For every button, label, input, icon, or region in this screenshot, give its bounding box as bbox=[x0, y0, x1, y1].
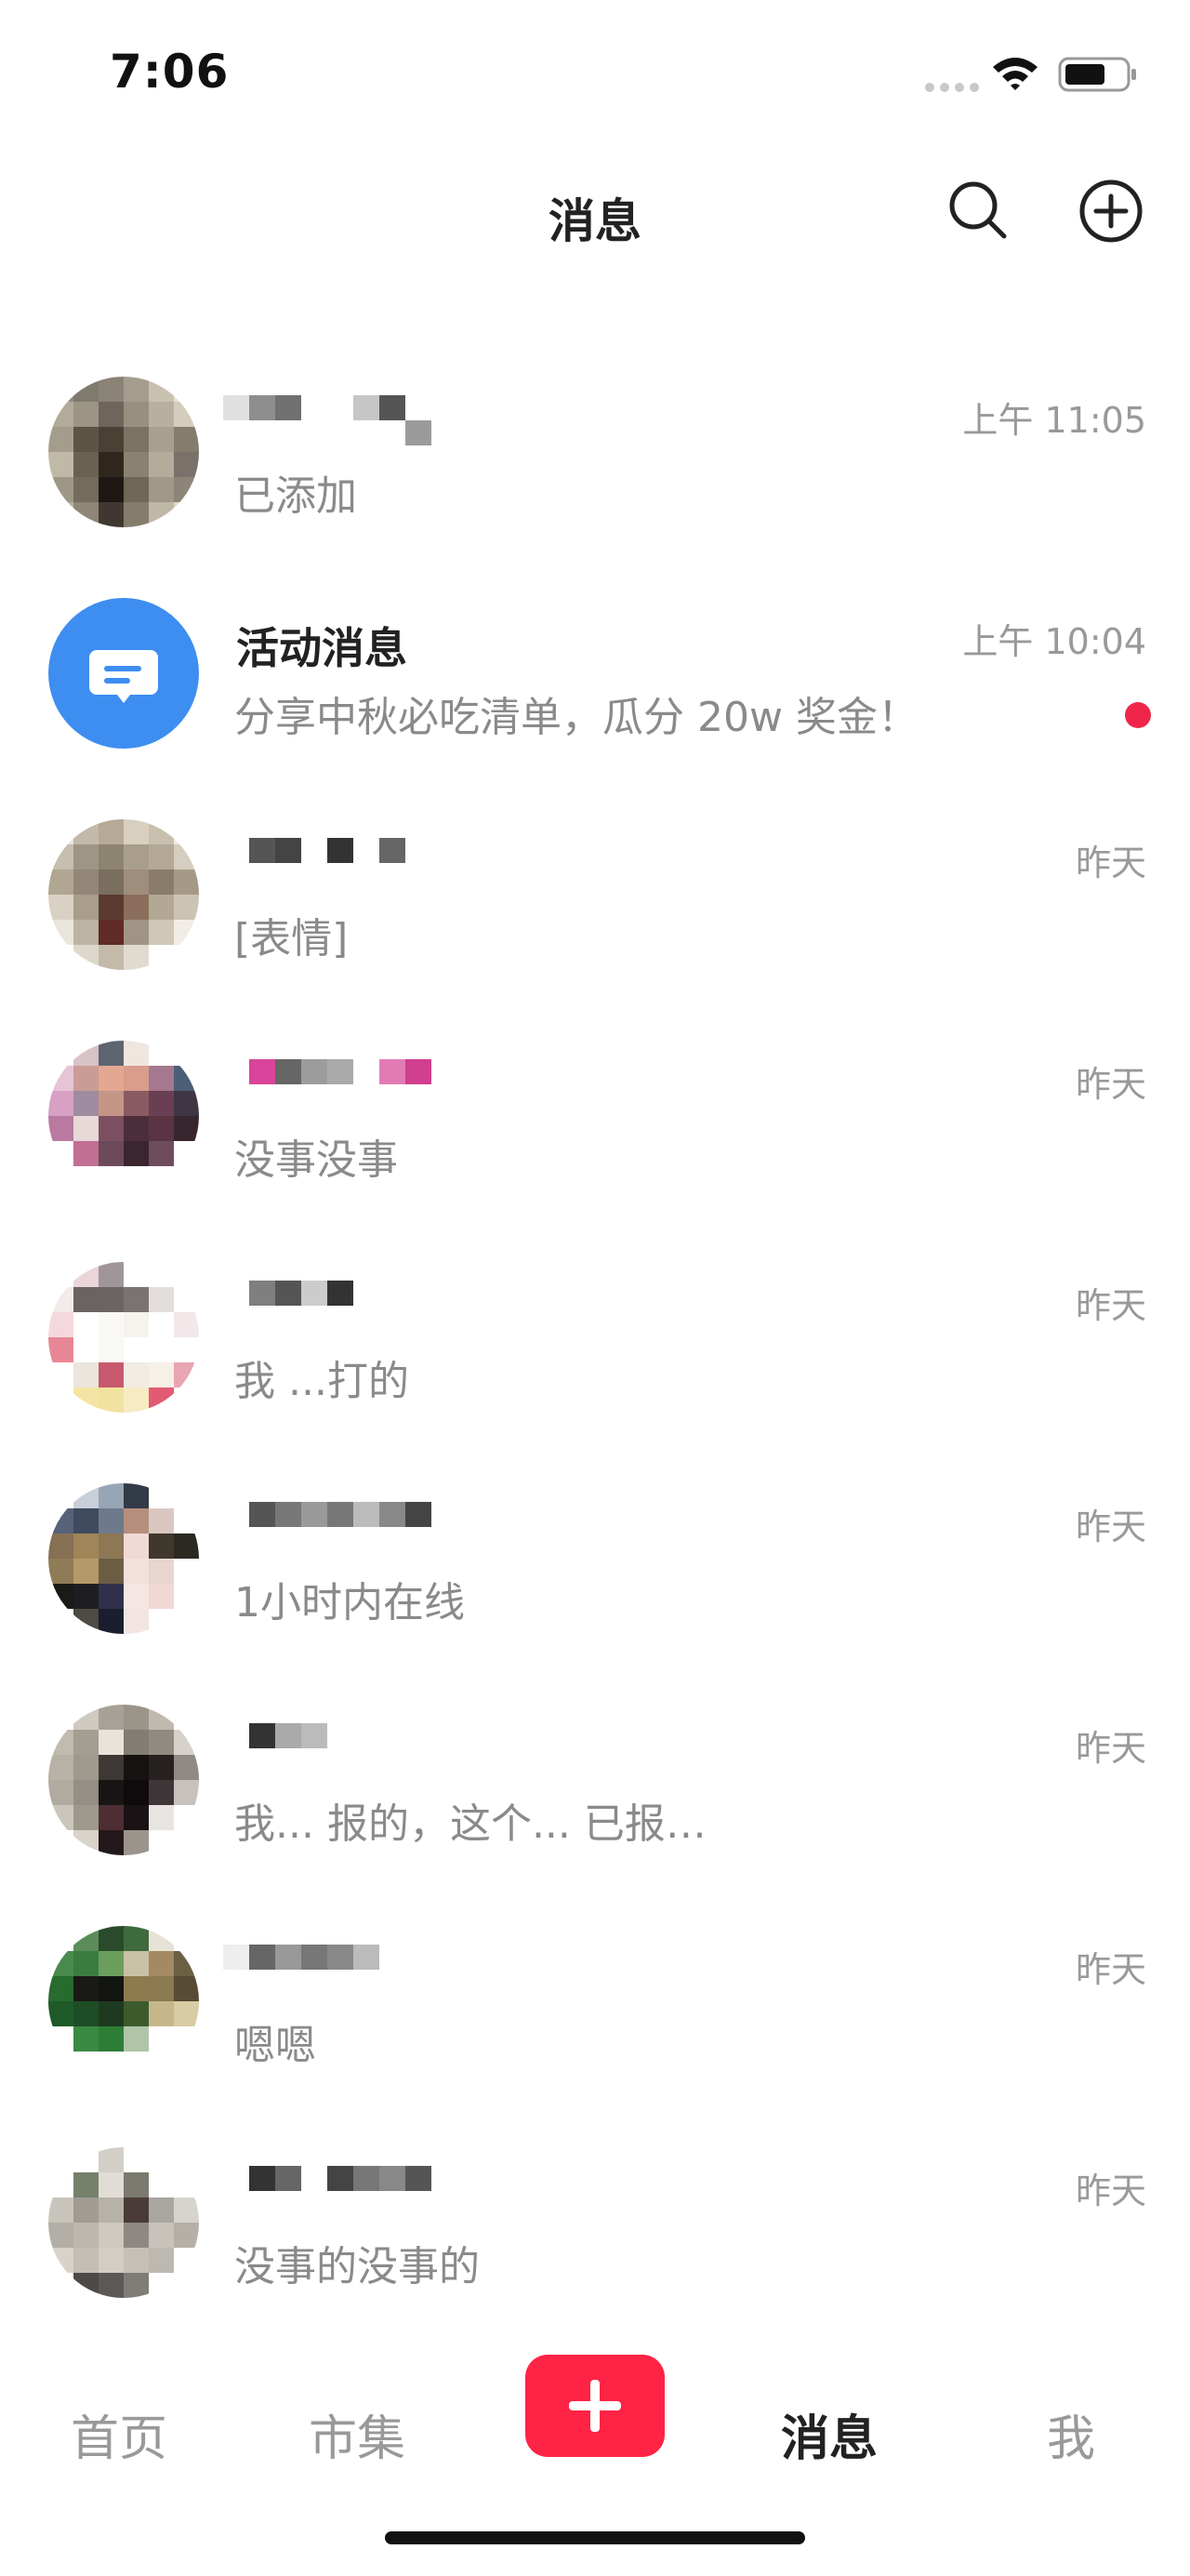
search-icon[interactable] bbox=[946, 179, 1008, 240]
wifi-icon bbox=[993, 58, 1038, 90]
conversation-name-redacted bbox=[223, 1945, 431, 1995]
conversation-name-redacted bbox=[223, 1723, 431, 1773]
post-plus-icon[interactable] bbox=[525, 2355, 665, 2457]
conversation-time: 上午 11:05 bbox=[962, 400, 1146, 441]
battery-icon bbox=[1058, 57, 1136, 92]
avatar[interactable] bbox=[48, 1483, 199, 1634]
conversation-name-redacted bbox=[223, 395, 431, 445]
conversation-preview: 1小时内在线 bbox=[234, 1579, 465, 1627]
conversation-item[interactable]: 昨天 [表情] bbox=[0, 782, 1190, 1003]
conversation-name-redacted bbox=[223, 1502, 431, 1552]
conversation-time: 昨天 bbox=[1075, 1064, 1146, 1105]
conversation-time: 昨天 bbox=[1075, 1285, 1146, 1326]
page-title: 消息 bbox=[549, 194, 641, 248]
conversation-item[interactable]: 昨天 我... 报的，这个... 已报… bbox=[0, 1667, 1190, 1889]
conversation-item[interactable]: 活动消息 上午 10:04 分享中秋必吃清单，瓜分 20w 奖金！ bbox=[0, 561, 1190, 782]
conversation-item[interactable]: 上午 11:05 已添加 bbox=[0, 339, 1190, 561]
conversation-name-redacted bbox=[223, 1281, 431, 1331]
status-time: 7:06 bbox=[110, 45, 230, 99]
avatar[interactable] bbox=[48, 377, 199, 527]
avatar[interactable] bbox=[48, 1926, 199, 2077]
tab-me[interactable]: 我 bbox=[1047, 2399, 1095, 2469]
conversation-time: 昨天 bbox=[1075, 843, 1146, 883]
avatar[interactable] bbox=[48, 2147, 199, 2298]
conversation-preview: 我... 报的，这个... 已报… bbox=[234, 1800, 707, 1848]
header: 消息 bbox=[0, 158, 1190, 270]
status-bar: 7:06 bbox=[0, 0, 1190, 149]
add-icon[interactable] bbox=[1078, 179, 1144, 244]
conversation-item[interactable]: 昨天 没事的没事的 bbox=[0, 2110, 1190, 2331]
conversation-time: 昨天 bbox=[1075, 1949, 1146, 1990]
conversation-item[interactable]: 昨天 没事没事 bbox=[0, 1003, 1190, 1225]
conversation-preview: 分享中秋必吃清单，瓜分 20w 奖金！ bbox=[234, 694, 919, 741]
conversation-preview: 嗯嗯 bbox=[234, 2022, 316, 2069]
unread-dot bbox=[1125, 702, 1151, 728]
conversation-item[interactable]: 昨天 嗯嗯 bbox=[0, 1889, 1190, 2110]
conversation-name-redacted bbox=[223, 838, 431, 888]
conversation-preview: 没事没事 bbox=[234, 1136, 398, 1184]
conversation-preview: 没事的没事的 bbox=[234, 2243, 480, 2291]
avatar[interactable] bbox=[48, 819, 199, 970]
conversation-preview: [表情] bbox=[234, 915, 349, 963]
conversation-list: 上午 11:05 已添加 活动消息 上午 10:04 分享中秋必吃清单，瓜分 2… bbox=[0, 339, 1190, 2331]
avatar[interactable] bbox=[48, 1262, 199, 1413]
conversation-preview: 已添加 bbox=[234, 472, 357, 520]
conversation-preview: 我 ...打的 bbox=[234, 1358, 409, 1405]
home-indicator[interactable] bbox=[385, 2531, 805, 2544]
conversation-time: 昨天 bbox=[1075, 1507, 1146, 1547]
tab-messages[interactable]: 消息 bbox=[781, 2399, 878, 2469]
tab-home[interactable]: 首页 bbox=[71, 2399, 167, 2469]
signal-icon bbox=[925, 83, 979, 92]
conversation-name: 活动消息 bbox=[236, 623, 407, 673]
conversation-item[interactable]: 昨天 我 ...打的 bbox=[0, 1225, 1190, 1446]
conversation-time: 昨天 bbox=[1075, 2171, 1146, 2211]
conversation-name-redacted bbox=[223, 1059, 431, 1109]
conversation-time: 上午 10:04 bbox=[962, 621, 1146, 662]
conversation-name-redacted bbox=[223, 2166, 431, 2216]
avatar[interactable] bbox=[48, 1705, 199, 1855]
avatar[interactable] bbox=[48, 1041, 199, 1191]
tab-market[interactable]: 市集 bbox=[309, 2399, 405, 2469]
conversation-time: 昨天 bbox=[1075, 1728, 1146, 1769]
activity-message-icon[interactable] bbox=[48, 598, 199, 749]
conversation-item[interactable]: 昨天 1小时内在线 bbox=[0, 1446, 1190, 1667]
